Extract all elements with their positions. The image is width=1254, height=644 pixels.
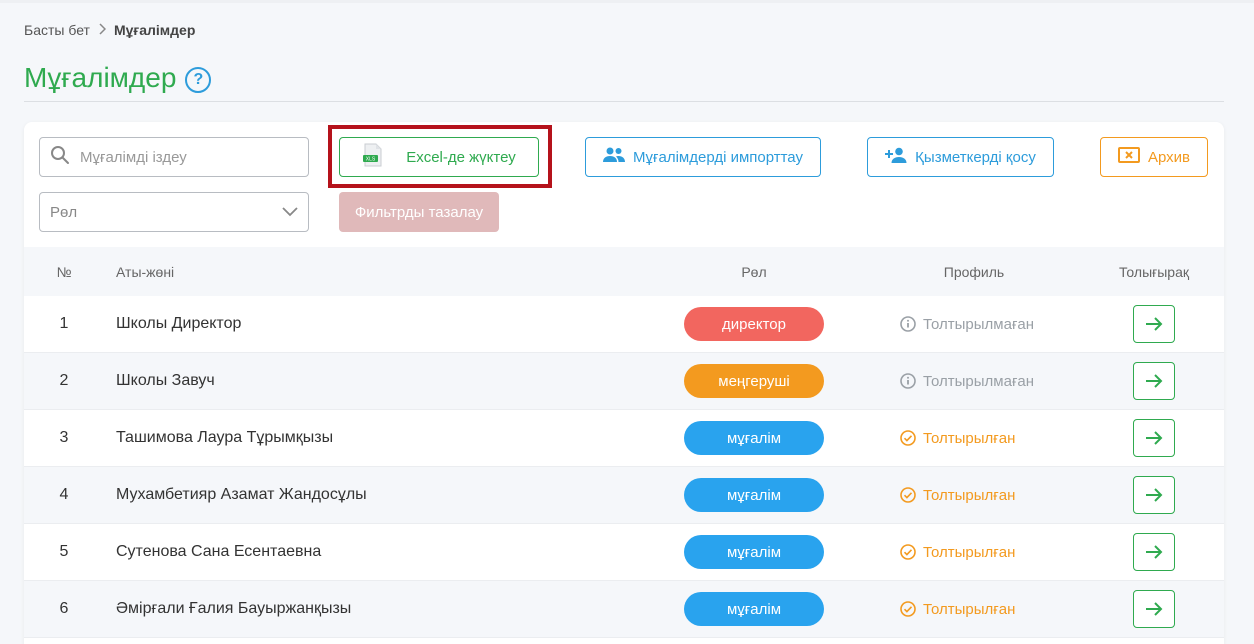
open-details-button[interactable] <box>1133 362 1175 400</box>
teachers-card: Рөл XLS Excel-де жүктеу Мұғалімдерді имп… <box>24 122 1224 644</box>
details-cell <box>1094 296 1214 352</box>
role-cell: мұғалім <box>684 467 824 523</box>
arrow-right-icon <box>1146 374 1163 388</box>
role-cell: мұғалім <box>684 410 824 466</box>
help-icon[interactable]: ? <box>185 66 212 93</box>
check-circle-icon <box>900 601 916 617</box>
role-cell: мұғалім <box>684 581 824 637</box>
profile-status-label: Толтырылған <box>923 429 1016 447</box>
archive-button[interactable]: Архив <box>1100 137 1208 177</box>
profile-status: Толтырылмаған <box>900 296 1080 352</box>
chevron-right-icon <box>98 22 106 38</box>
check-circle-icon <box>900 544 916 560</box>
highlight-frame <box>328 125 552 188</box>
row-name: Мухамбетияр Азамат Жандосұлы <box>116 486 367 503</box>
clear-filters-button[interactable]: Фильтрды тазалау <box>339 192 499 232</box>
row-number: 1 <box>59 315 69 332</box>
table-row: 6 Әмірғали Ғалия Бауыржанқызы мұғалім Толты… <box>24 581 1224 638</box>
role-select[interactable]: Рөл <box>39 192 309 232</box>
archive-label: Архив <box>1147 148 1191 166</box>
table-row: 2 Школы Завуч меңгеруші Толтырылмаған <box>24 353 1224 410</box>
details-cell <box>1094 410 1214 466</box>
profile-status: Толтырылған <box>900 581 1080 637</box>
role-badge: меңгеруші <box>684 364 824 398</box>
profile-status-label: Толтырылмаған <box>923 372 1035 390</box>
info-circle-icon <box>900 373 916 389</box>
arrow-right-icon <box>1146 431 1163 445</box>
role-cell: директор <box>684 296 824 352</box>
row-number: 3 <box>59 429 69 446</box>
row-name: Ташимова Лаура Тұрымқызы <box>116 429 334 446</box>
arrow-right-icon <box>1146 317 1163 331</box>
role-badge: мұғалім <box>684 478 824 512</box>
role-badge: мұғалім <box>684 421 824 455</box>
add-user-icon <box>885 147 907 167</box>
table-row: 1 Школы Директор директор Толтырылмаған <box>24 296 1224 353</box>
profile-status-label: Толтырылмаған <box>923 315 1035 333</box>
page-header: Мұғалімдер ? <box>24 62 212 94</box>
header-more: Толығырақ <box>1118 263 1190 280</box>
search-box[interactable] <box>39 137 309 177</box>
add-staff-button[interactable]: Қызметкерді қосу <box>867 137 1054 177</box>
role-cell: меңгеруші <box>684 353 824 409</box>
import-teachers-button[interactable]: Мұғалімдерді импорттау <box>585 137 821 177</box>
arrow-right-icon <box>1146 602 1163 616</box>
breadcrumb-current: Мұғалімдер <box>113 22 196 38</box>
row-number: 5 <box>59 543 69 560</box>
info-circle-icon <box>900 316 916 332</box>
table-row: 3 Ташимова Лаура Тұрымқызы мұғалім Толтырыл… <box>24 410 1224 467</box>
details-cell <box>1094 467 1214 523</box>
check-circle-icon <box>900 430 916 446</box>
row-number: 6 <box>59 600 69 617</box>
page-title: Мұғалімдер <box>24 62 177 93</box>
import-teachers-label: Мұғалімдерді импорттау <box>633 148 803 166</box>
role-select-placeholder: Рөл <box>50 203 78 221</box>
header-profile: Профиль <box>943 263 1005 280</box>
header-number: № <box>56 263 72 280</box>
people-icon <box>603 147 626 167</box>
details-cell <box>1094 524 1214 580</box>
breadcrumb: Басты бет Мұғалімдер <box>24 22 195 38</box>
role-badge: директор <box>684 307 824 341</box>
archive-icon <box>1117 147 1140 167</box>
breadcrumb-home-link[interactable]: Басты бет <box>24 22 90 38</box>
open-details-button[interactable] <box>1133 305 1175 343</box>
search-input[interactable] <box>80 148 280 166</box>
profile-status-label: Толтырылған <box>923 600 1016 618</box>
arrow-right-icon <box>1146 545 1163 559</box>
open-details-button[interactable] <box>1133 533 1175 571</box>
profile-status: Толтырылмаған <box>900 353 1080 409</box>
role-cell: мұғалім <box>684 524 824 580</box>
details-cell <box>1094 581 1214 637</box>
arrow-right-icon <box>1146 488 1163 502</box>
row-name: Сутенова Сана Есентаевна <box>116 543 322 560</box>
header-role: Рөл <box>741 263 767 280</box>
header-name: Аты-жөні <box>116 263 175 280</box>
table-header: № Аты-жөні Рөл Профиль Толығырақ <box>24 247 1224 296</box>
profile-status: Толтырылған <box>900 524 1080 580</box>
role-badge: мұғалім <box>684 535 824 569</box>
row-name: Школы Завуч <box>116 372 215 389</box>
details-cell <box>1094 353 1214 409</box>
profile-status: Толтырылған <box>900 410 1080 466</box>
add-staff-label: Қызметкерді қосу <box>915 148 1036 166</box>
table-row: 5 Сутенова Сана Есентаевна мұғалім Толтырыл… <box>24 524 1224 581</box>
table-row: 4 Мухамбетияр Азамат Жандосұлы мұғалім Толт… <box>24 467 1224 524</box>
row-name: Школы Директор <box>116 315 242 332</box>
divider <box>24 101 1224 102</box>
row-name: Әмірғали Ғалия Бауыржанқызы <box>116 600 352 617</box>
profile-status-label: Толтырылған <box>923 486 1016 504</box>
top-border <box>0 0 1254 3</box>
role-badge: мұғалім <box>684 592 824 626</box>
search-icon <box>50 145 70 170</box>
row-number: 2 <box>59 372 69 389</box>
open-details-button[interactable] <box>1133 476 1175 514</box>
profile-status-label: Толтырылған <box>923 543 1016 561</box>
profile-status: Толтырылған <box>900 467 1080 523</box>
chevron-down-icon <box>282 204 298 221</box>
row-number: 4 <box>59 486 69 503</box>
check-circle-icon <box>900 487 916 503</box>
open-details-button[interactable] <box>1133 419 1175 457</box>
open-details-button[interactable] <box>1133 590 1175 628</box>
